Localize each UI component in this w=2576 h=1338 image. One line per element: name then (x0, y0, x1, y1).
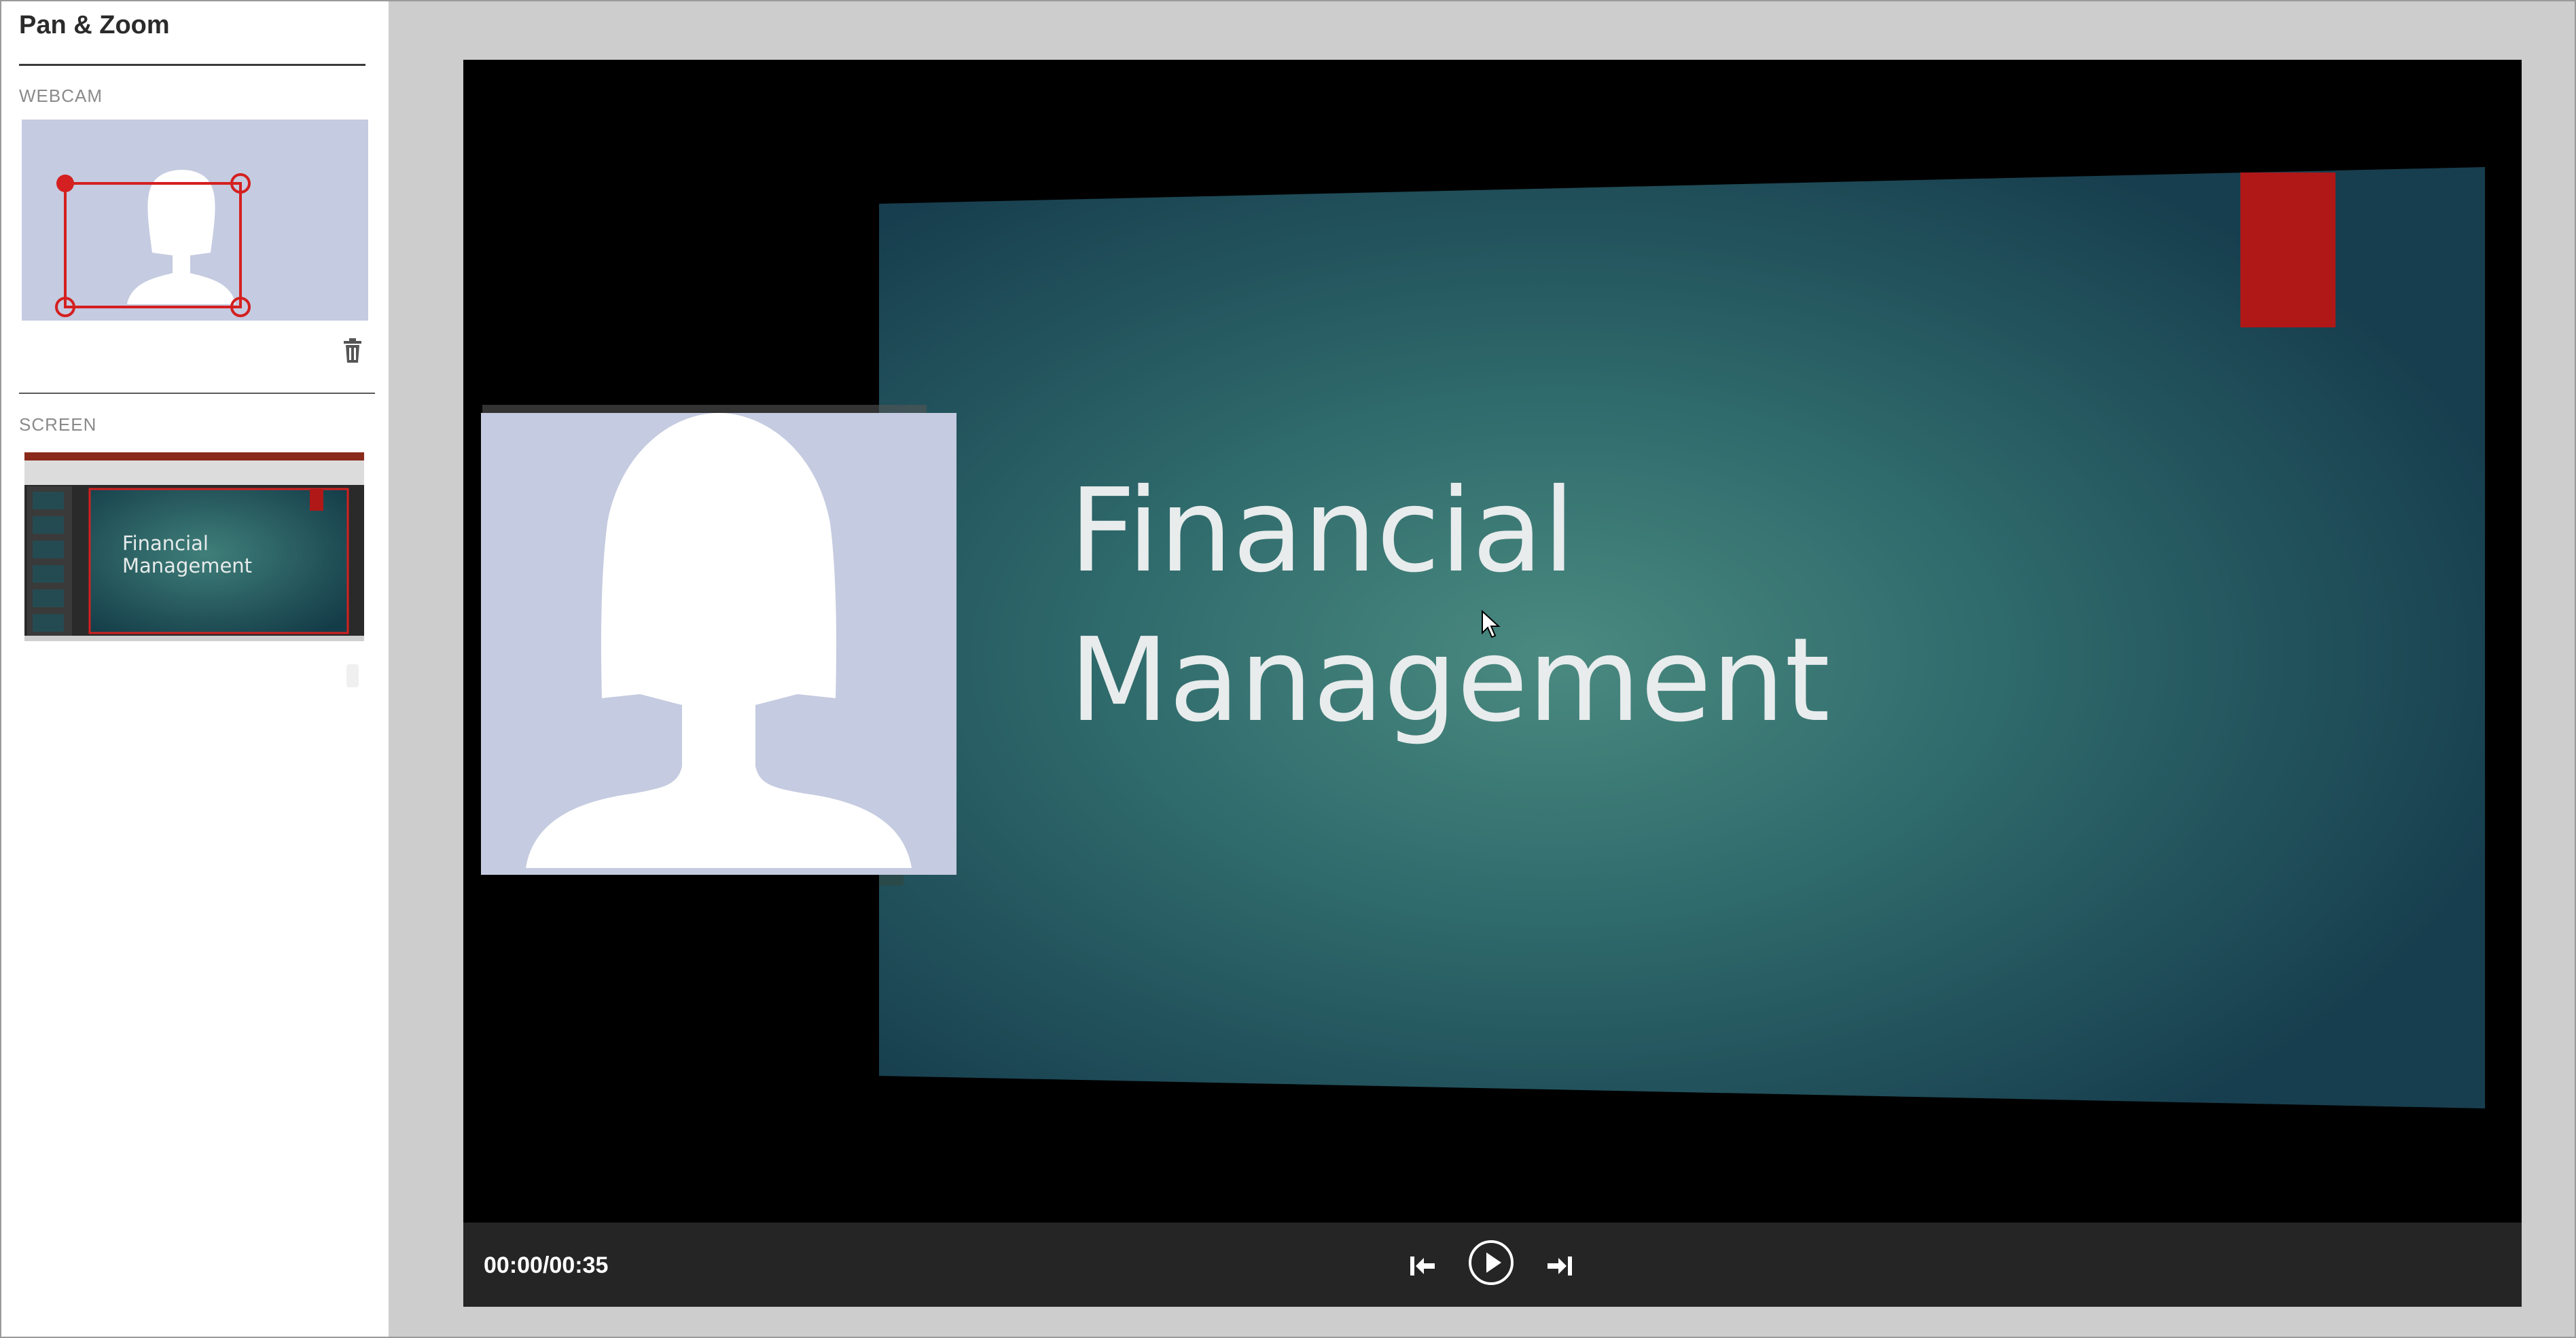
video-preview-player: Financial Management 00:00/00:35 (463, 60, 2522, 1307)
webcam-overlay[interactable] (481, 413, 956, 875)
mouse-cursor-icon (1482, 610, 1501, 638)
webcam-section-label: WEBCAM (19, 86, 103, 106)
screen-thumbnail[interactable]: Financial Management (24, 452, 364, 641)
screen-section-label: SCREEN (19, 414, 97, 435)
screen-thumbnail-title: Financial Management (122, 532, 253, 578)
webcam-thumbnail[interactable] (22, 120, 368, 321)
slide-red-tab (2240, 173, 2336, 327)
webcam-silhouette (22, 120, 368, 321)
skip-to-end-icon[interactable] (1546, 1254, 1573, 1278)
play-icon[interactable] (1467, 1239, 1515, 1286)
preview-stage: Financial Management (463, 60, 2522, 1223)
playback-control-bar: 00:00/00:35 (463, 1223, 2522, 1307)
title-divider (19, 64, 365, 66)
crop-handle-top-left (56, 175, 74, 192)
pan-zoom-panel: Pan & Zoom WEBCAM SCREEN Financial Manag… (1, 1, 389, 1337)
slide-title-line-1: Financial (1069, 464, 1575, 598)
trash-icon[interactable] (341, 337, 364, 364)
skip-to-start-icon[interactable] (1409, 1254, 1436, 1278)
playback-time: 00:00/00:35 (484, 1252, 609, 1278)
slide-title-line-2: Management (1069, 613, 1830, 748)
person-silhouette (526, 413, 912, 868)
screen-trash-placeholder (346, 664, 359, 687)
panel-title: Pan & Zoom (19, 11, 170, 39)
section-divider (19, 393, 375, 394)
